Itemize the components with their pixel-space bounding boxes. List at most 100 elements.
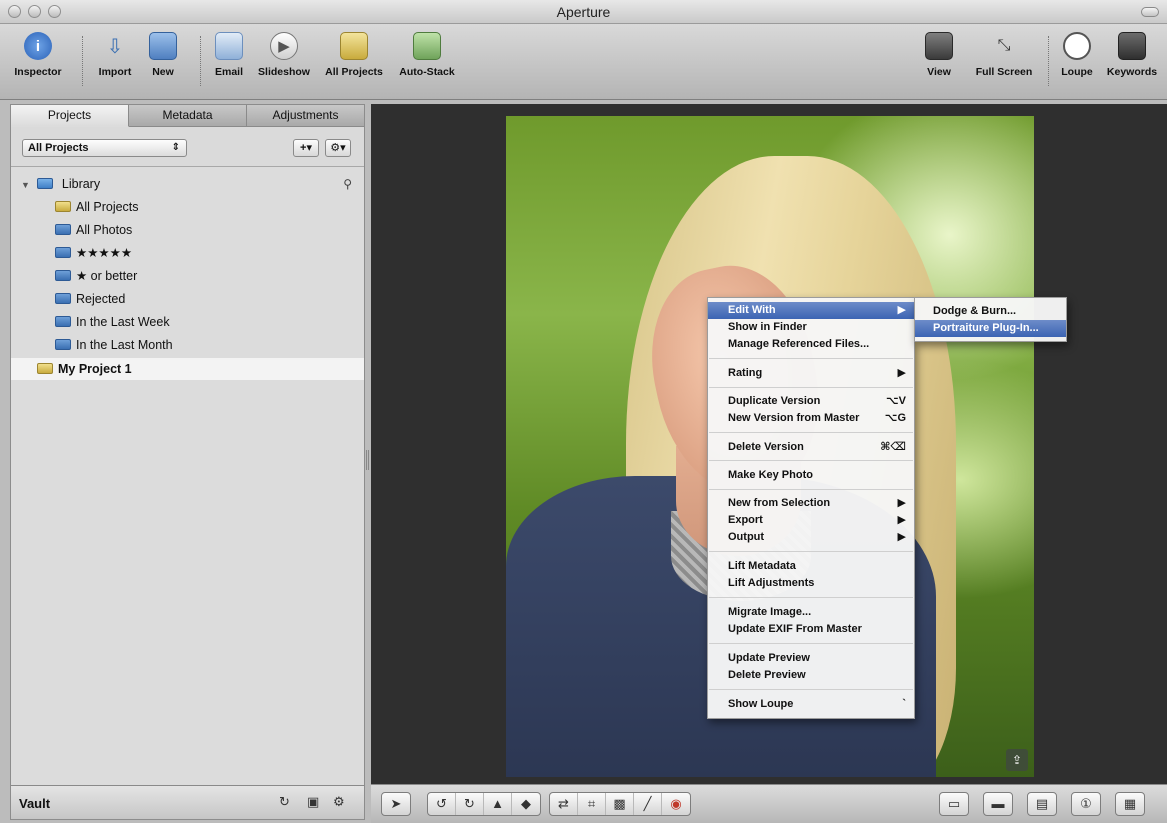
menu-item-update-exif[interactable]: Update EXIF From Master (708, 621, 914, 638)
view-icon (925, 32, 953, 60)
filter-row: All Projects ⇕ +▾ ⚙▾ (11, 127, 364, 167)
vault-label: Vault (19, 796, 51, 811)
tool-group-view-mode: ▭ (939, 792, 969, 816)
crop-icon[interactable]: ⌗ (578, 793, 606, 815)
list-item[interactable]: All Photos (11, 219, 364, 241)
toolbar-toggle-button[interactable] (1141, 7, 1159, 17)
info-icon: i (24, 32, 52, 60)
layout-split-icon[interactable]: ▤ (1028, 793, 1056, 815)
projects-popup-value: All Projects (28, 142, 89, 154)
tool-group-edit: ⇄ ⌗ ▩ ╱ ◉ (549, 792, 691, 816)
metadata-overlay-icon[interactable]: ▦ (1116, 793, 1144, 815)
menu-separator (709, 689, 913, 690)
inspector-button[interactable]: i Inspector (12, 32, 64, 78)
loupe-button[interactable]: Loupe (1058, 32, 1096, 78)
projects-popup[interactable]: All Projects ⇕ (22, 139, 187, 157)
menu-item-export[interactable]: Export ▶ (708, 512, 914, 529)
lift-stamp-icon[interactable]: ◆ (512, 793, 540, 815)
refresh-icon[interactable]: ↻ (279, 794, 290, 810)
stack-icon[interactable]: ▲ (484, 793, 512, 815)
submenu-item-portraiture[interactable]: Portraiture Plug-In... (915, 320, 1066, 337)
selection-arrow-icon[interactable]: ➤ (382, 793, 410, 815)
keywords-button[interactable]: Keywords (1104, 32, 1160, 78)
menu-item-make-key-photo[interactable]: Make Key Photo (708, 467, 914, 484)
rotate-right-icon[interactable]: ↻ (456, 793, 484, 815)
menu-item-rating[interactable]: Rating ▶ (708, 365, 914, 382)
library-label: Library (61, 177, 101, 191)
smart-album-icon (55, 270, 71, 281)
slideshow-button[interactable]: ▶ Slideshow (256, 32, 312, 78)
auto-stack-button[interactable]: Auto-Stack (396, 32, 458, 78)
all-projects-button[interactable]: All Projects (322, 32, 386, 78)
menu-separator (709, 387, 913, 388)
menu-separator (709, 551, 913, 552)
library-row[interactable]: ▼ Library ⚲ (11, 173, 364, 195)
display-mode-icon[interactable]: ▭ (940, 793, 968, 815)
main-toolbar: i Inspector ⇩ Import New Email ▶ Slidesh… (0, 24, 1167, 100)
search-icon[interactable]: ⚲ (343, 173, 352, 195)
menu-item-show-loupe[interactable]: Show Loupe ` (708, 696, 914, 713)
vault-gear-icon[interactable]: ⚙ (333, 794, 345, 810)
vault-bar: Vault ↻ ▣ ⚙ (11, 785, 364, 819)
all-projects-icon (55, 201, 71, 212)
list-item[interactable]: In the Last Week (11, 311, 364, 333)
window-title: Aperture (556, 4, 611, 20)
project-icon (37, 363, 53, 374)
email-button[interactable]: Email (211, 32, 247, 78)
spot-patch-icon[interactable]: ▩ (606, 793, 634, 815)
tab-adjustments[interactable]: Adjustments (247, 105, 364, 127)
smart-album-icon (55, 224, 71, 235)
list-item[interactable]: All Projects (11, 196, 364, 218)
import-button[interactable]: ⇩ Import (92, 32, 138, 79)
list-item[interactable]: ★★★★★ (11, 242, 364, 264)
menu-item-migrate-image[interactable]: Migrate Image... (708, 604, 914, 621)
menu-item-delete-preview[interactable]: Delete Preview (708, 667, 914, 684)
view-button[interactable]: View (922, 32, 956, 78)
panel-splitter-handle[interactable] (366, 450, 369, 470)
single-view-icon[interactable]: ① (1072, 793, 1100, 815)
disclosure-triangle-icon[interactable]: ▼ (21, 180, 30, 190)
submenu-item-dodge-burn[interactable]: Dodge & Burn... (915, 303, 1066, 320)
menu-item-duplicate-version[interactable]: Duplicate Version ⌥V (708, 393, 914, 410)
vault-archive-icon[interactable]: ▣ (307, 794, 319, 810)
menu-item-lift-adjustments[interactable]: Lift Adjustments (708, 575, 914, 592)
projects-panel: Projects Metadata Adjustments All Projec… (10, 104, 365, 820)
menu-item-update-preview[interactable]: Update Preview (708, 650, 914, 667)
rotate-left-icon[interactable]: ↺ (428, 793, 456, 815)
menu-item-lift-metadata[interactable]: Lift Metadata (708, 558, 914, 575)
toolbar-separator (200, 36, 201, 86)
add-album-button[interactable]: +▾ (293, 139, 319, 157)
menu-item-manage-referenced[interactable]: Manage Referenced Files... (708, 336, 914, 353)
straighten-icon[interactable]: ⇄ (550, 793, 578, 815)
tool-group-layout: ▬ (983, 792, 1013, 816)
action-gear-button[interactable]: ⚙▾ (325, 139, 351, 157)
menu-item-new-version-from-master[interactable]: New Version from Master ⌥G (708, 410, 914, 427)
project-row[interactable]: My Project 1 (11, 358, 364, 380)
email-icon (215, 32, 243, 60)
smart-album-icon (55, 293, 71, 304)
menu-item-edit-with[interactable]: Edit With ▶ (708, 302, 914, 319)
red-eye-icon[interactable]: ◉ (662, 793, 690, 815)
loupe-icon (1063, 32, 1091, 60)
smart-album-icon (55, 247, 71, 258)
new-button[interactable]: New (146, 32, 180, 78)
menu-item-output[interactable]: Output ▶ (708, 529, 914, 546)
brush-icon[interactable]: ╱ (634, 793, 662, 815)
tab-metadata[interactable]: Metadata (129, 105, 247, 127)
projects-icon (340, 32, 368, 60)
menu-separator (709, 489, 913, 490)
list-item[interactable]: ★ or better (11, 265, 364, 287)
panel-tabs: Projects Metadata Adjustments (11, 105, 364, 127)
layout-viewer-icon[interactable]: ▬ (984, 793, 1012, 815)
menu-item-show-in-finder[interactable]: Show in Finder (708, 319, 914, 336)
full-screen-button[interactable]: ⤡ Full Screen (972, 32, 1036, 78)
list-item[interactable]: Rejected (11, 288, 364, 310)
list-item[interactable]: In the Last Month (11, 334, 364, 356)
tool-group-select: ➤ (381, 792, 411, 816)
adjustment-badge-icon[interactable]: ⇪ (1006, 749, 1028, 771)
menu-item-delete-version[interactable]: Delete Version ⌘⌫ (708, 439, 914, 456)
menu-item-new-from-selection[interactable]: New from Selection ▶ (708, 495, 914, 512)
toolbar-separator (1048, 36, 1049, 86)
library-tree: ▼ Library ⚲ All Projects All Photos ★★★★… (11, 167, 364, 787)
tab-projects[interactable]: Projects (11, 105, 129, 127)
